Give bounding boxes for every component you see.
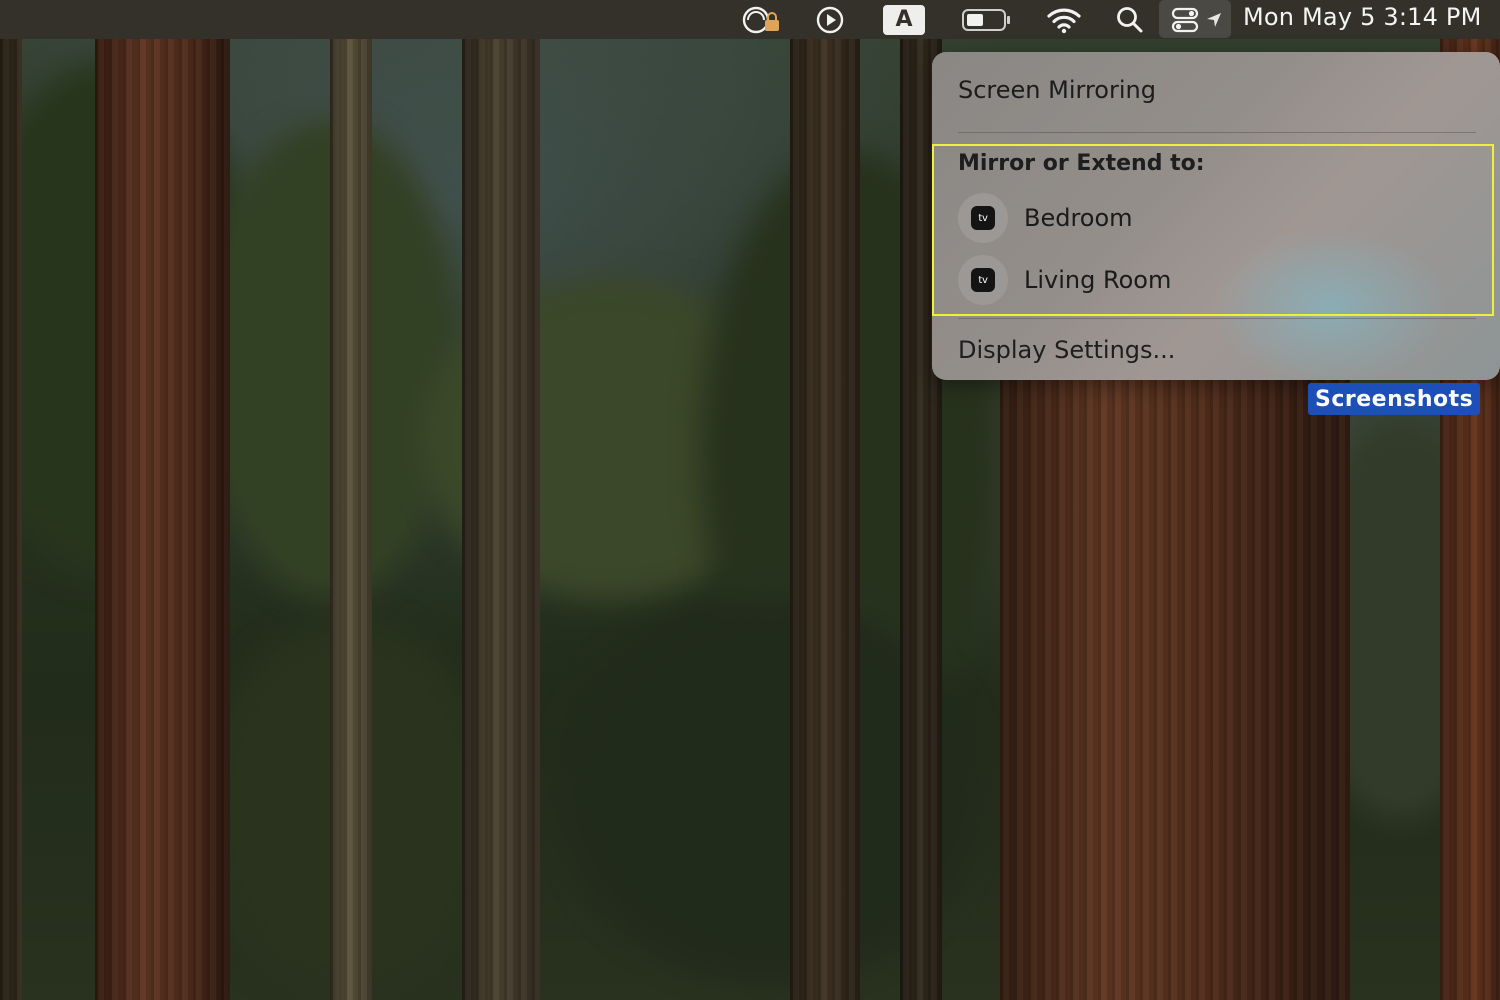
- input-source-icon[interactable]: A: [882, 0, 926, 39]
- apple-tv-icon: tv: [958, 193, 1008, 243]
- device-living-room[interactable]: tv Living Room: [958, 254, 1458, 306]
- location-arrow-icon: [1203, 0, 1225, 39]
- display-settings-item[interactable]: Display Settings...: [958, 336, 1175, 364]
- device-label: Living Room: [1024, 266, 1172, 294]
- device-bedroom[interactable]: tv Bedroom: [958, 192, 1458, 244]
- screenshots-folder-label[interactable]: Screenshots: [1308, 383, 1481, 415]
- apple-tv-icon: tv: [958, 255, 1008, 305]
- battery-icon[interactable]: [958, 0, 1014, 39]
- mirror-targets-section: Mirror or Extend to: tv Bedroom tv Livin…: [932, 144, 1494, 316]
- control-center-icon: [1167, 0, 1203, 39]
- control-center-button[interactable]: [1159, 0, 1231, 38]
- cloud-lock-icon[interactable]: [738, 0, 786, 39]
- device-label: Bedroom: [1024, 204, 1133, 232]
- wifi-icon[interactable]: [1043, 0, 1085, 39]
- menu-bar: A Mon May 5 3:14 PM: [0, 0, 1500, 39]
- section-label: Mirror or Extend to:: [958, 151, 1205, 176]
- screen-mirroring-panel: Screen Mirroring Mirror or Extend to: tv…: [932, 52, 1500, 380]
- panel-title: Screen Mirroring: [958, 76, 1156, 104]
- menu-bar-clock[interactable]: Mon May 5 3:14 PM: [1243, 0, 1481, 33]
- input-source-letter: A: [883, 4, 925, 35]
- divider: [958, 318, 1476, 319]
- search-icon[interactable]: [1112, 0, 1148, 39]
- play-icon[interactable]: [810, 0, 850, 39]
- divider: [958, 132, 1476, 133]
